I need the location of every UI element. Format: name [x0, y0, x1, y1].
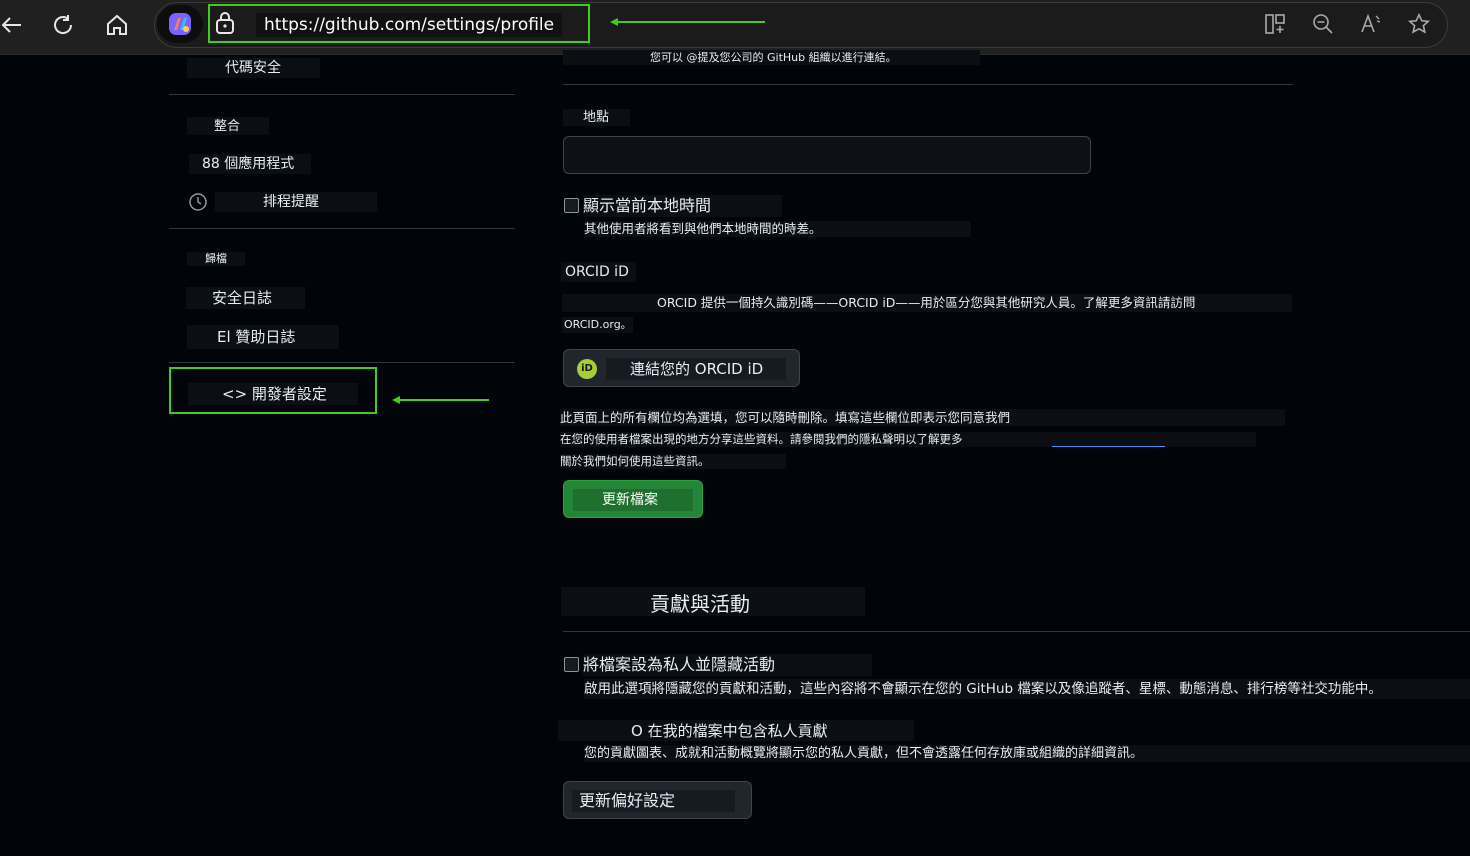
- browser-toolbar: https://github.com/settings/profile: [0, 0, 1470, 55]
- location-label: 地點: [563, 109, 630, 126]
- show-local-time-checkbox[interactable]: [564, 198, 579, 213]
- annotation-arrow-developer-settings: [398, 399, 489, 401]
- include-private-contributions-option[interactable]: O 在我的檔案中包含私人貢獻: [558, 720, 914, 741]
- location-input[interactable]: [563, 136, 1091, 174]
- orcid-description: ORCID 提供一個持久識別碼——ORCID iD——用於區分您與其他研究人員。…: [562, 294, 1292, 312]
- section-divider: [563, 84, 1293, 85]
- sidebar-item-sponsorship-log[interactable]: El 贊助日誌: [187, 325, 339, 349]
- update-preferences-label: 更新偏好設定: [572, 790, 735, 812]
- refresh-icon[interactable]: [47, 9, 79, 41]
- sidebar-divider: [169, 94, 515, 95]
- section-divider: [563, 631, 1470, 632]
- sidebar-item-code-security[interactable]: 代碼安全: [187, 58, 320, 78]
- show-local-time-hint: 其他使用者將看到與他們本地時間的時差。: [584, 221, 971, 237]
- orcid-heading: ORCID iD: [561, 262, 636, 282]
- read-aloud-icon[interactable]: [1357, 10, 1385, 38]
- sidebar-item-applications[interactable]: 88 個應用程式: [189, 154, 311, 174]
- star-icon[interactable]: [1405, 10, 1433, 38]
- zoom-out-icon[interactable]: [1309, 10, 1337, 38]
- url-highlight-box: [208, 4, 590, 43]
- privacy-statement-link[interactable]: [1052, 446, 1165, 447]
- orcid-badge-icon: iD: [577, 359, 597, 379]
- sidebar-item-scheduled-reminders[interactable]: 排程提醒: [215, 192, 377, 212]
- annotation-arrow-url: [616, 21, 765, 23]
- optional-notice-line-3: 關於我們如何使用這些資訊。: [560, 454, 786, 469]
- connect-orcid-label: 連結您的 ORCID iD: [606, 358, 786, 380]
- optional-notice-line-2: 在您的使用者檔案出現的地方分享這些資料。請參閱我們的隱私聲明以了解更多: [560, 432, 1256, 447]
- company-hint: 您可以 @提及您公司的 GitHub 組織以進行連結。: [563, 50, 980, 65]
- sidebar-divider: [169, 362, 515, 363]
- optional-notice-line-1: 此頁面上的所有欄位均為選填，您可以隨時刪除。填寫這些欄位即表示您同意我們: [560, 409, 1285, 426]
- developer-settings-highlight-box: [169, 367, 377, 414]
- update-profile-button[interactable]: 更新檔案: [563, 480, 703, 518]
- back-arrow-icon[interactable]: [0, 9, 28, 41]
- copilot-icon[interactable]: [157, 5, 203, 43]
- sidebar-heading-integrations: 整合: [187, 117, 269, 135]
- private-profile-checkbox[interactable]: [564, 657, 579, 672]
- home-icon[interactable]: [101, 9, 133, 41]
- update-preferences-button[interactable]: 更新偏好設定: [563, 781, 752, 819]
- sidebar-item-security-log[interactable]: 安全日誌: [186, 287, 305, 309]
- sidebar-heading-archives: 歸檔: [187, 252, 245, 266]
- clock-icon: [188, 192, 208, 212]
- orcid-link[interactable]: ORCID.org。: [562, 317, 633, 333]
- update-profile-label: 更新檔案: [573, 489, 693, 511]
- private-profile-hint: 啟用此選項將隱藏您的貢獻和活動，這些內容將不會顯示在您的 GitHub 檔案以及…: [584, 679, 1470, 699]
- split-screen-icon[interactable]: [1261, 10, 1289, 38]
- show-local-time-label[interactable]: 顯示當前本地時間: [583, 195, 782, 217]
- include-private-contributions-hint: 您的貢獻圖表、成就和活動概覽將顯示您的私人貢獻，但不會透露任何存放庫或組織的詳細…: [584, 745, 1470, 762]
- connect-orcid-button[interactable]: iD 連結您的 ORCID iD: [563, 349, 800, 387]
- contributions-heading: 貢獻與活動: [561, 587, 865, 616]
- private-profile-label[interactable]: 將檔案設為私人並隱藏活動: [583, 654, 872, 676]
- sidebar-divider: [169, 228, 515, 229]
